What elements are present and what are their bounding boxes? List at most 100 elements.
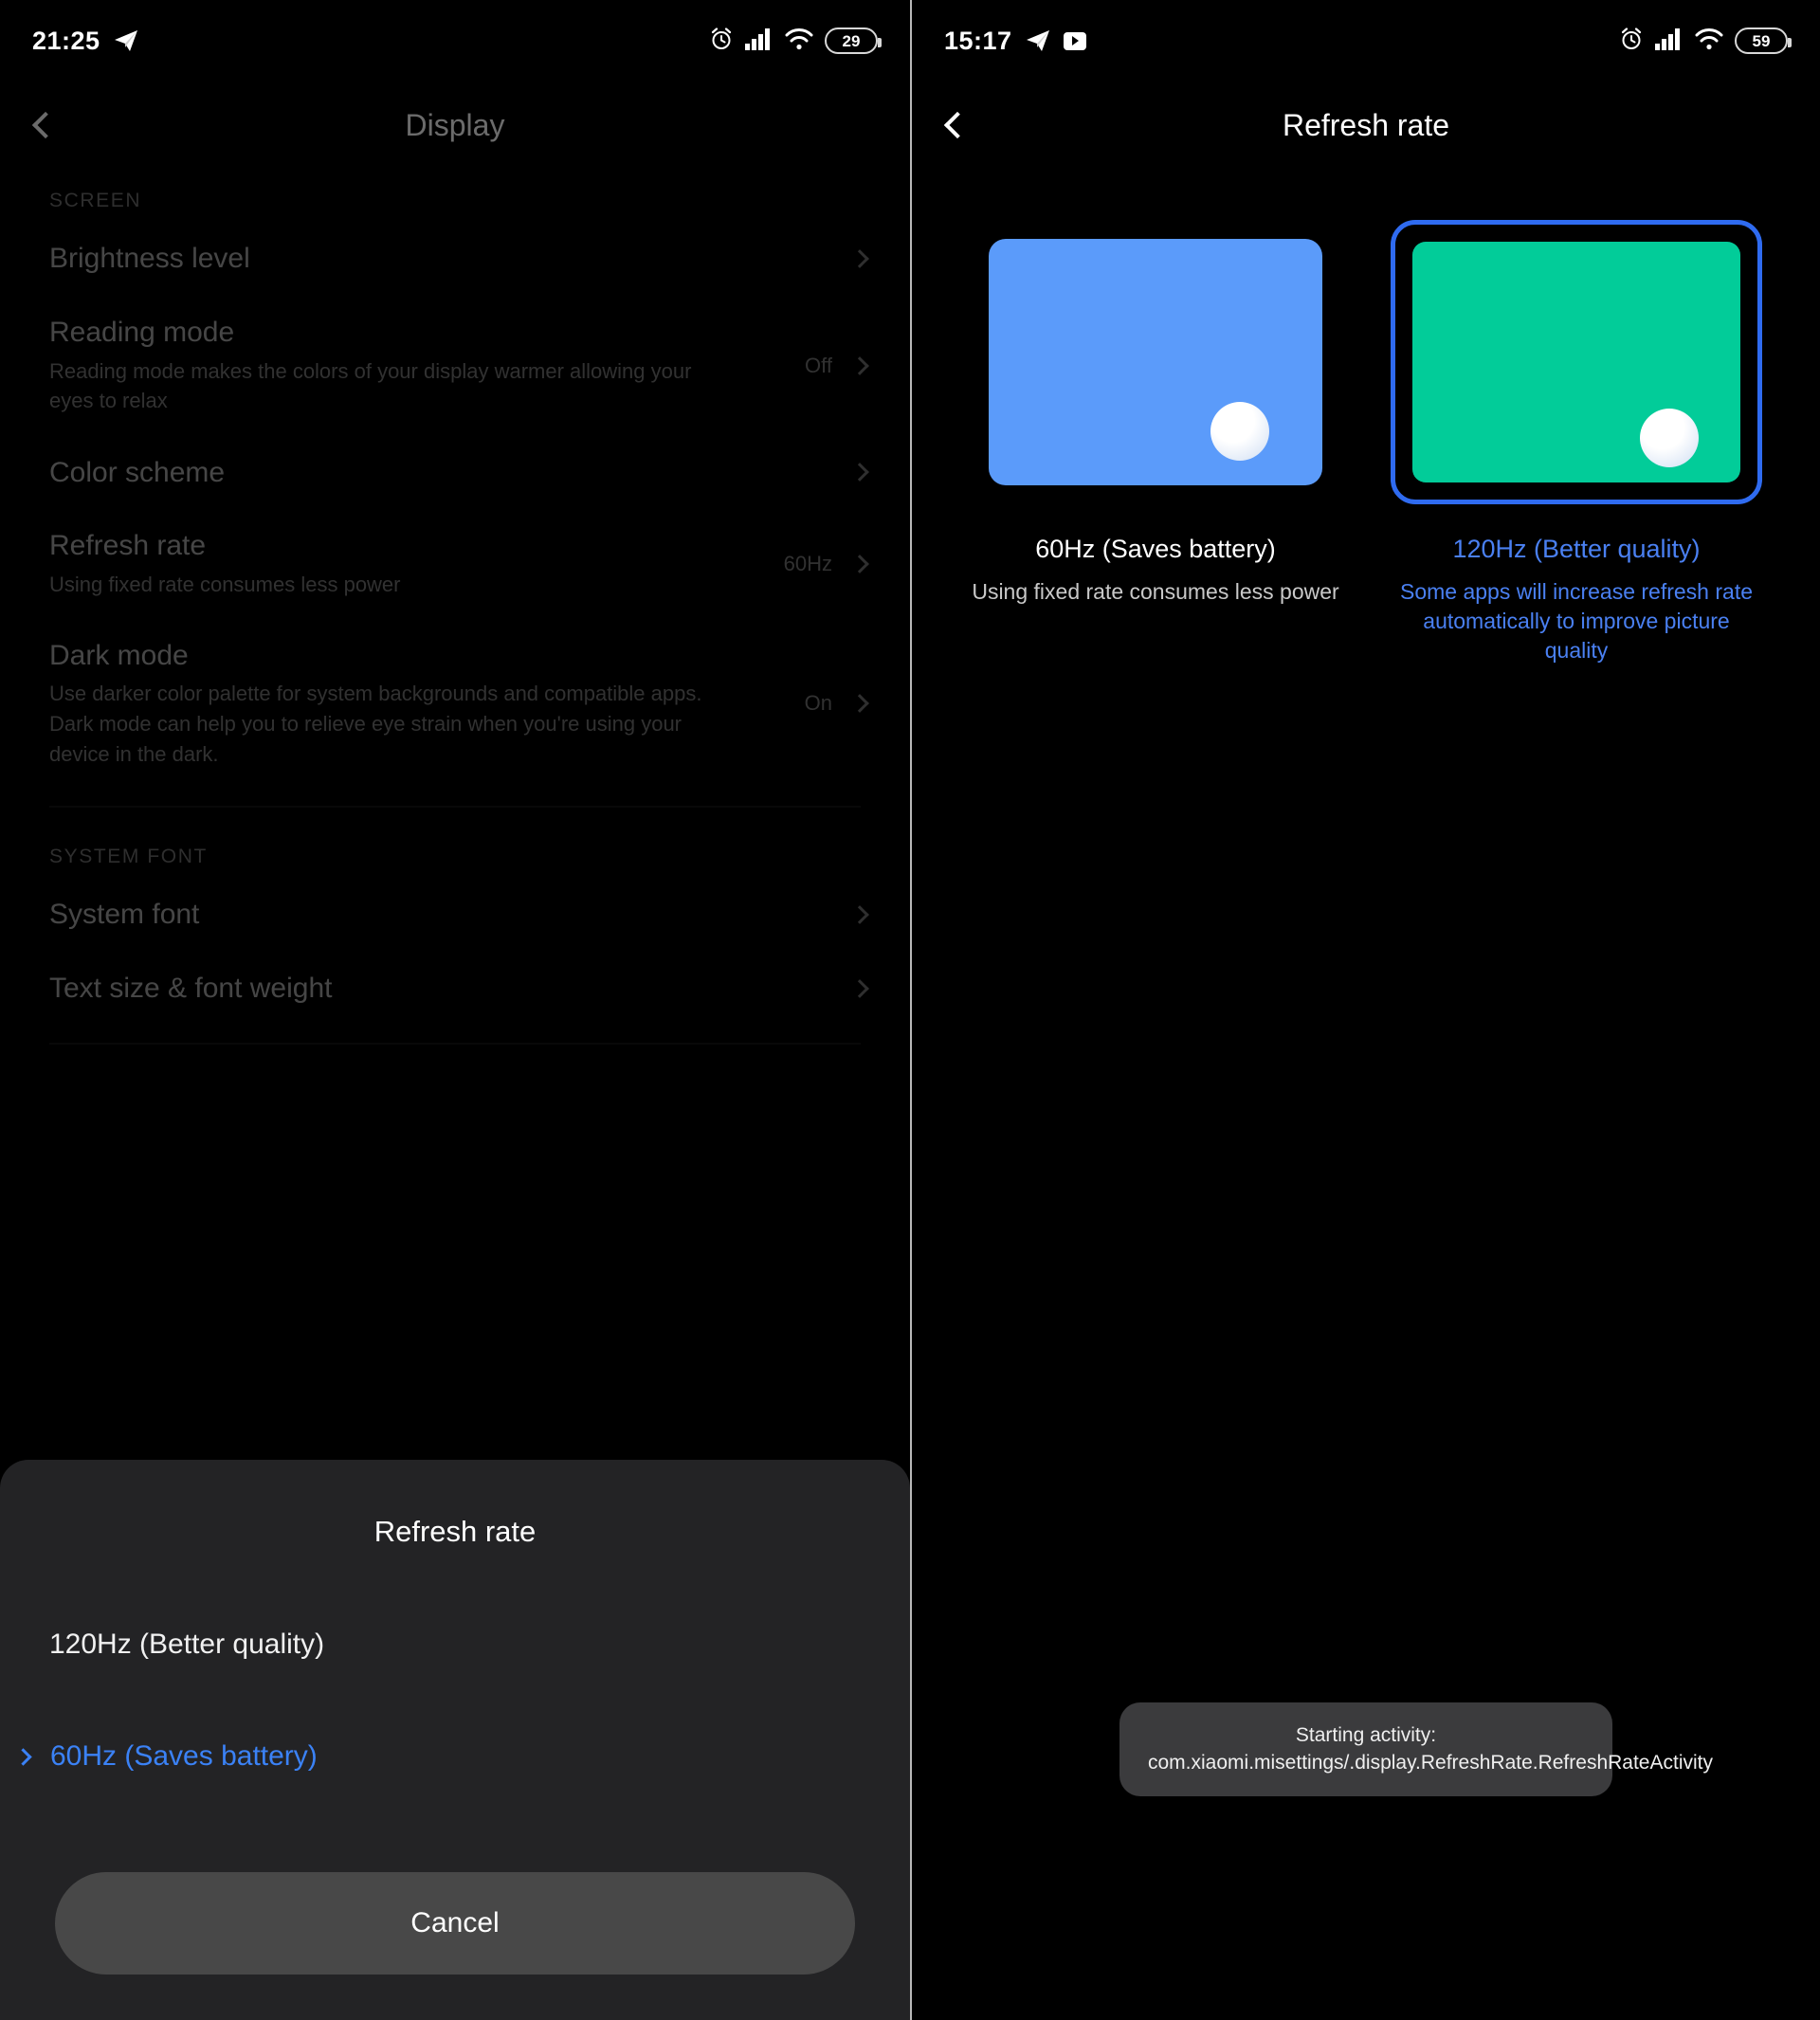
settings-row-reading-mode[interactable]: Reading mode Reading mode makes the colo…: [0, 296, 910, 435]
left-phone-screen: 21:25 29 Display SCREEN Brightness level…: [0, 0, 910, 2020]
row-right: On: [804, 691, 869, 716]
row-title: System font: [49, 899, 200, 931]
row-title: Dark mode: [49, 639, 189, 671]
refresh-rate-option-60hz[interactable]: 60Hz (Saves battery) Using fixed rate co…: [970, 220, 1341, 665]
section-divider: [49, 805, 861, 808]
row-title: Brightness level: [49, 243, 250, 275]
status-bar: 21:25 29: [0, 0, 910, 82]
row-right: [850, 978, 869, 998]
settings-list: SCREEN Brightness level Reading mode Rea…: [0, 169, 910, 1062]
row-right: [850, 904, 869, 924]
signal-icon: [745, 27, 774, 55]
bottom-sheet-title: Refresh rate: [373, 1515, 537, 1548]
option-description: Some apps will increase refresh rate aut…: [1400, 579, 1753, 664]
settings-row-brightness-level[interactable]: Brightness level: [0, 222, 910, 296]
chevron-right-icon: [850, 463, 869, 482]
sheet-option-120hz[interactable]: 120Hz (Better quality): [0, 1608, 910, 1682]
preview-card-120hz: [1412, 242, 1740, 482]
row-text: Refresh rate Using fixed rate consumes l…: [49, 528, 401, 599]
refresh-rate-option-120hz[interactable]: 120Hz (Better quality) Some apps will in…: [1391, 220, 1762, 665]
telegram-icon: [114, 29, 138, 52]
chevron-right-icon: [850, 904, 869, 924]
battery-level: 59: [1752, 31, 1771, 50]
row-right: [850, 249, 869, 268]
status-bar-right: 29: [709, 27, 882, 56]
status-time: 15:17: [944, 26, 1012, 55]
row-value: On: [804, 691, 832, 716]
signal-icon: [1655, 27, 1684, 55]
wifi-icon: [785, 27, 813, 55]
status-time: 21:25: [32, 26, 100, 55]
status-bar: 15:17 59: [912, 0, 1820, 82]
row-right: 60Hz: [783, 551, 869, 576]
option-preview-frame-selected: [1391, 220, 1762, 504]
sheet-option-label: 60Hz (Saves battery): [50, 1740, 318, 1772]
battery-level: 29: [842, 31, 861, 50]
row-subtitle: Reading mode makes the colors of your di…: [49, 358, 692, 413]
toast-message: Starting activity: com.xiaomi.misettings…: [1119, 1702, 1713, 1796]
row-right: Off: [805, 353, 869, 378]
app-bar: Display: [0, 82, 910, 169]
row-text: System font: [49, 897, 199, 933]
page-title: Refresh rate: [1282, 107, 1450, 142]
settings-row-color-scheme[interactable]: Color scheme: [0, 435, 910, 509]
row-title: Reading mode: [49, 317, 235, 348]
chevron-left-icon: [31, 111, 60, 139]
row-title: Text size & font weight: [49, 973, 333, 1005]
status-bar-left: 15:17: [944, 27, 1086, 56]
settings-row-refresh-rate[interactable]: Refresh rate Using fixed rate consumes l…: [0, 509, 910, 618]
battery-icon: 29: [825, 27, 882, 54]
chevron-right-icon: [850, 978, 869, 998]
motion-ball-icon: [1210, 402, 1269, 461]
row-text: Reading mode Reading mode makes the colo…: [49, 315, 713, 416]
section-divider-bottom: [49, 1042, 861, 1045]
option-label: 120Hz (Better quality): [1452, 535, 1701, 563]
dual-screenshot-container: 21:25 29 Display SCREEN Brightness level…: [0, 0, 1820, 2020]
status-bar-left: 21:25: [32, 27, 138, 56]
row-text: Dark mode Use darker color palette for s…: [49, 638, 713, 770]
row-subtitle: Use darker color palette for system back…: [49, 682, 702, 766]
right-phone-screen: 15:17 59 Refresh rate 60Hz (Saves batter…: [910, 0, 1820, 2020]
option-description: Using fixed rate consumes less power: [972, 579, 1339, 604]
settings-row-system-font[interactable]: System font: [0, 878, 910, 952]
back-button[interactable]: [912, 82, 1003, 169]
refresh-rate-options: 60Hz (Saves battery) Using fixed rate co…: [912, 220, 1820, 665]
telegram-icon: [1026, 29, 1050, 52]
youtube-icon: [1063, 31, 1086, 50]
page-title: Display: [405, 107, 505, 142]
preview-card-60hz: [989, 239, 1322, 485]
section-label-screen: SCREEN: [49, 190, 142, 211]
sheet-option-60hz[interactable]: 60Hz (Saves battery): [0, 1720, 910, 1793]
wifi-icon: [1695, 27, 1723, 55]
chevron-right-icon: [850, 249, 869, 268]
cancel-button[interactable]: Cancel: [55, 1872, 855, 1975]
sheet-option-label: 120Hz (Better quality): [49, 1629, 325, 1660]
option-label: 60Hz (Saves battery): [1035, 535, 1276, 563]
refresh-rate-bottom-sheet: Refresh rate 120Hz (Better quality) 60Hz…: [0, 1460, 910, 2020]
row-text: Text size & font weight: [49, 971, 332, 1007]
chevron-right-icon: [850, 694, 869, 714]
chevron-left-icon: [943, 111, 972, 139]
status-bar-right: 59: [1619, 27, 1792, 56]
row-value: Off: [805, 353, 832, 377]
battery-icon: 59: [1735, 27, 1792, 54]
back-button[interactable]: [0, 82, 91, 169]
row-subtitle: Using fixed rate consumes less power: [49, 572, 401, 596]
row-title: Color scheme: [49, 456, 226, 488]
row-value: 60Hz: [783, 551, 832, 575]
option-preview-frame: [970, 220, 1341, 504]
app-bar: Refresh rate: [912, 82, 1820, 169]
selected-marker-icon: [14, 1747, 32, 1766]
settings-row-dark-mode[interactable]: Dark mode Use darker color palette for s…: [0, 619, 910, 789]
alarm-icon: [1619, 27, 1644, 56]
section-label-system-font: SYSTEM FONT: [49, 845, 208, 867]
alarm-icon: [709, 27, 734, 56]
chevron-right-icon: [850, 355, 869, 375]
row-text: Brightness level: [49, 241, 250, 277]
row-right: [850, 463, 869, 482]
row-text: Color scheme: [49, 455, 225, 491]
chevron-right-icon: [850, 555, 869, 573]
row-title: Refresh rate: [49, 530, 207, 562]
settings-row-text-size-font-weight[interactable]: Text size & font weight: [0, 952, 910, 1026]
motion-ball-icon: [1640, 409, 1699, 467]
